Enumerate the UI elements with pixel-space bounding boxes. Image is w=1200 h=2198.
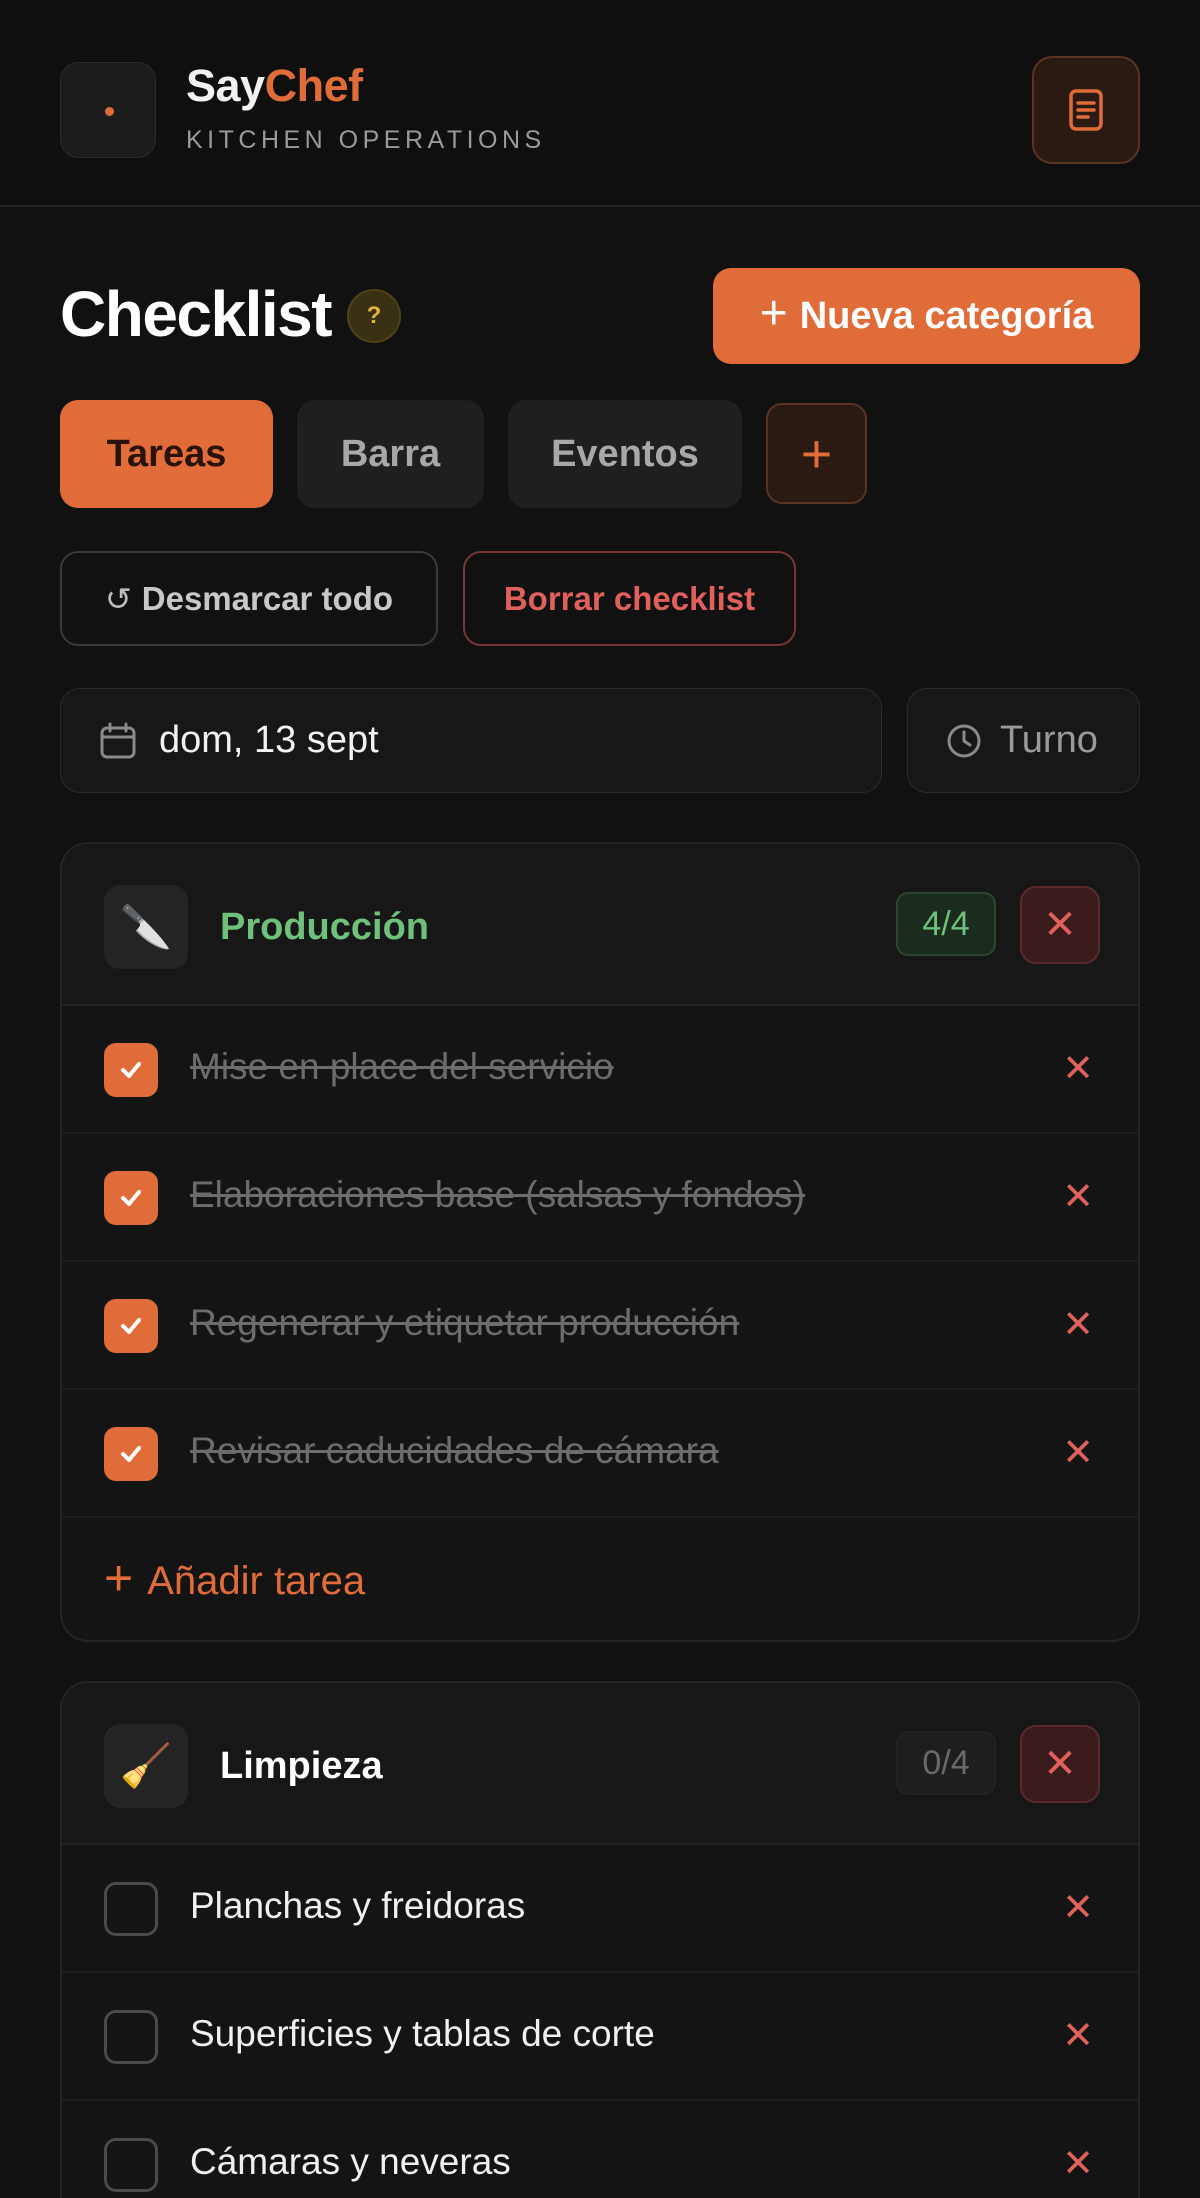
category-count-badge: 4/4: [896, 892, 996, 956]
delete-category-button[interactable]: ✕: [1020, 886, 1100, 964]
delete-task-button[interactable]: ✕: [1052, 1426, 1104, 1478]
help-button[interactable]: ?: [347, 289, 401, 343]
page-title: Checklist: [60, 278, 333, 350]
close-icon: ✕: [1062, 1175, 1094, 1218]
plus-icon: +: [759, 287, 788, 340]
reset-icon: ↺: [104, 580, 132, 617]
plus-icon: +: [104, 1550, 134, 1606]
shift-placeholder: Turno: [1000, 719, 1098, 761]
close-icon: ✕: [1043, 903, 1077, 947]
delete-task-button[interactable]: ✕: [1052, 2009, 1104, 2061]
category-card-produccion: 🔪 Producción 4/4 ✕ Mise en place del ser…: [60, 842, 1140, 1642]
close-icon: ✕: [1043, 1742, 1077, 1786]
uncheck-all-label: Desmarcar todo: [141, 579, 394, 617]
date-picker[interactable]: dom, 13 sept: [60, 688, 882, 793]
close-icon: ✕: [1062, 2142, 1094, 2185]
task-label: Mise en place del servicio: [190, 1046, 614, 1087]
task-row: Elaboraciones base (salsas y fondos) ✕: [62, 1134, 1138, 1262]
category-header: 🧹 Limpieza 0/4 ✕: [62, 1683, 1138, 1845]
task-row: Revisar caducidades de cámara ✕: [62, 1390, 1138, 1518]
task-checkbox[interactable]: [104, 1299, 158, 1353]
task-label: Revisar caducidades de cámara: [190, 1430, 719, 1471]
knife-icon: 🔪: [104, 885, 188, 969]
brand-subtitle: KITCHEN OPERATIONS: [186, 126, 546, 154]
category-card-limpieza: 🧹 Limpieza 0/4 ✕ Planchas y freidoras ✕ …: [60, 1681, 1140, 2198]
task-checkbox[interactable]: [104, 1171, 158, 1225]
task-checkbox[interactable]: [104, 1882, 158, 1936]
check-icon: [121, 1062, 141, 1078]
task-row: Mise en place del servicio ✕: [62, 1006, 1138, 1134]
category-name: Producción: [220, 906, 430, 948]
new-category-label: Nueva categoría: [799, 294, 1094, 337]
delete-category-button[interactable]: ✕: [1020, 1725, 1100, 1803]
calendar-icon: [100, 722, 136, 758]
task-label: Regenerar y etiquetar producción: [190, 1302, 740, 1343]
task-row: Cámaras y neveras ✕: [62, 2101, 1138, 2198]
clock-icon: [947, 724, 981, 757]
check-icon: [121, 1190, 141, 1206]
task-checkbox[interactable]: [104, 1427, 158, 1481]
close-icon: ✕: [1062, 1431, 1094, 1474]
notes-button[interactable]: [1032, 56, 1140, 164]
delete-task-button[interactable]: ✕: [1052, 1881, 1104, 1933]
category-header: 🔪 Producción 4/4 ✕: [62, 844, 1138, 1006]
close-icon: ✕: [1062, 1047, 1094, 1090]
check-icon: [121, 1446, 141, 1462]
add-tab-button[interactable]: +: [766, 403, 867, 504]
notes-icon: [1069, 89, 1103, 131]
new-category-button[interactable]: + Nueva categoría: [713, 268, 1140, 364]
task-row: Regenerar y etiquetar producción ✕: [62, 1262, 1138, 1390]
logo: [60, 62, 156, 158]
logo-dot-icon: [105, 107, 114, 116]
task-row: Planchas y freidoras ✕: [62, 1845, 1138, 1973]
tab-eventos[interactable]: Eventos: [508, 400, 742, 508]
task-label: Elaboraciones base (salsas y fondos): [190, 1174, 805, 1215]
close-icon: ✕: [1062, 2014, 1094, 2057]
delete-task-button[interactable]: ✕: [1052, 2137, 1104, 2189]
app-header: SayChef KITCHEN OPERATIONS: [0, 0, 1200, 207]
delete-task-button[interactable]: ✕: [1052, 1042, 1104, 1094]
check-icon: [121, 1318, 141, 1334]
uncheck-all-button[interactable]: ↺ Desmarcar todo: [60, 551, 438, 646]
delete-task-button[interactable]: ✕: [1052, 1170, 1104, 1222]
shift-select[interactable]: Turno: [907, 688, 1140, 793]
task-checkbox[interactable]: [104, 2010, 158, 2064]
task-checkbox[interactable]: [104, 2138, 158, 2192]
category-name: Limpieza: [220, 1745, 383, 1787]
close-icon: ✕: [1062, 1886, 1094, 1929]
task-checkbox[interactable]: [104, 1043, 158, 1097]
add-task-label: Añadir tarea: [147, 1558, 366, 1603]
delete-checklist-button[interactable]: Borrar checklist: [463, 551, 796, 646]
close-icon: ✕: [1062, 1303, 1094, 1346]
task-label: Superficies y tablas de corte: [190, 2013, 655, 2054]
broom-icon: 🧹: [104, 1724, 188, 1808]
brand-name: SayChef: [186, 60, 363, 111]
delete-task-button[interactable]: ✕: [1052, 1298, 1104, 1350]
task-label: Cámaras y neveras: [190, 2141, 511, 2182]
add-task-button[interactable]: + Añadir tarea: [62, 1518, 1138, 1640]
category-count-badge: 0/4: [896, 1731, 996, 1795]
task-row: Superficies y tablas de corte ✕: [62, 1973, 1138, 2101]
tab-tareas[interactable]: Tareas: [60, 400, 273, 508]
date-value: dom, 13 sept: [159, 719, 379, 761]
task-label: Planchas y freidoras: [190, 1885, 526, 1926]
tab-barra[interactable]: Barra: [297, 400, 484, 508]
